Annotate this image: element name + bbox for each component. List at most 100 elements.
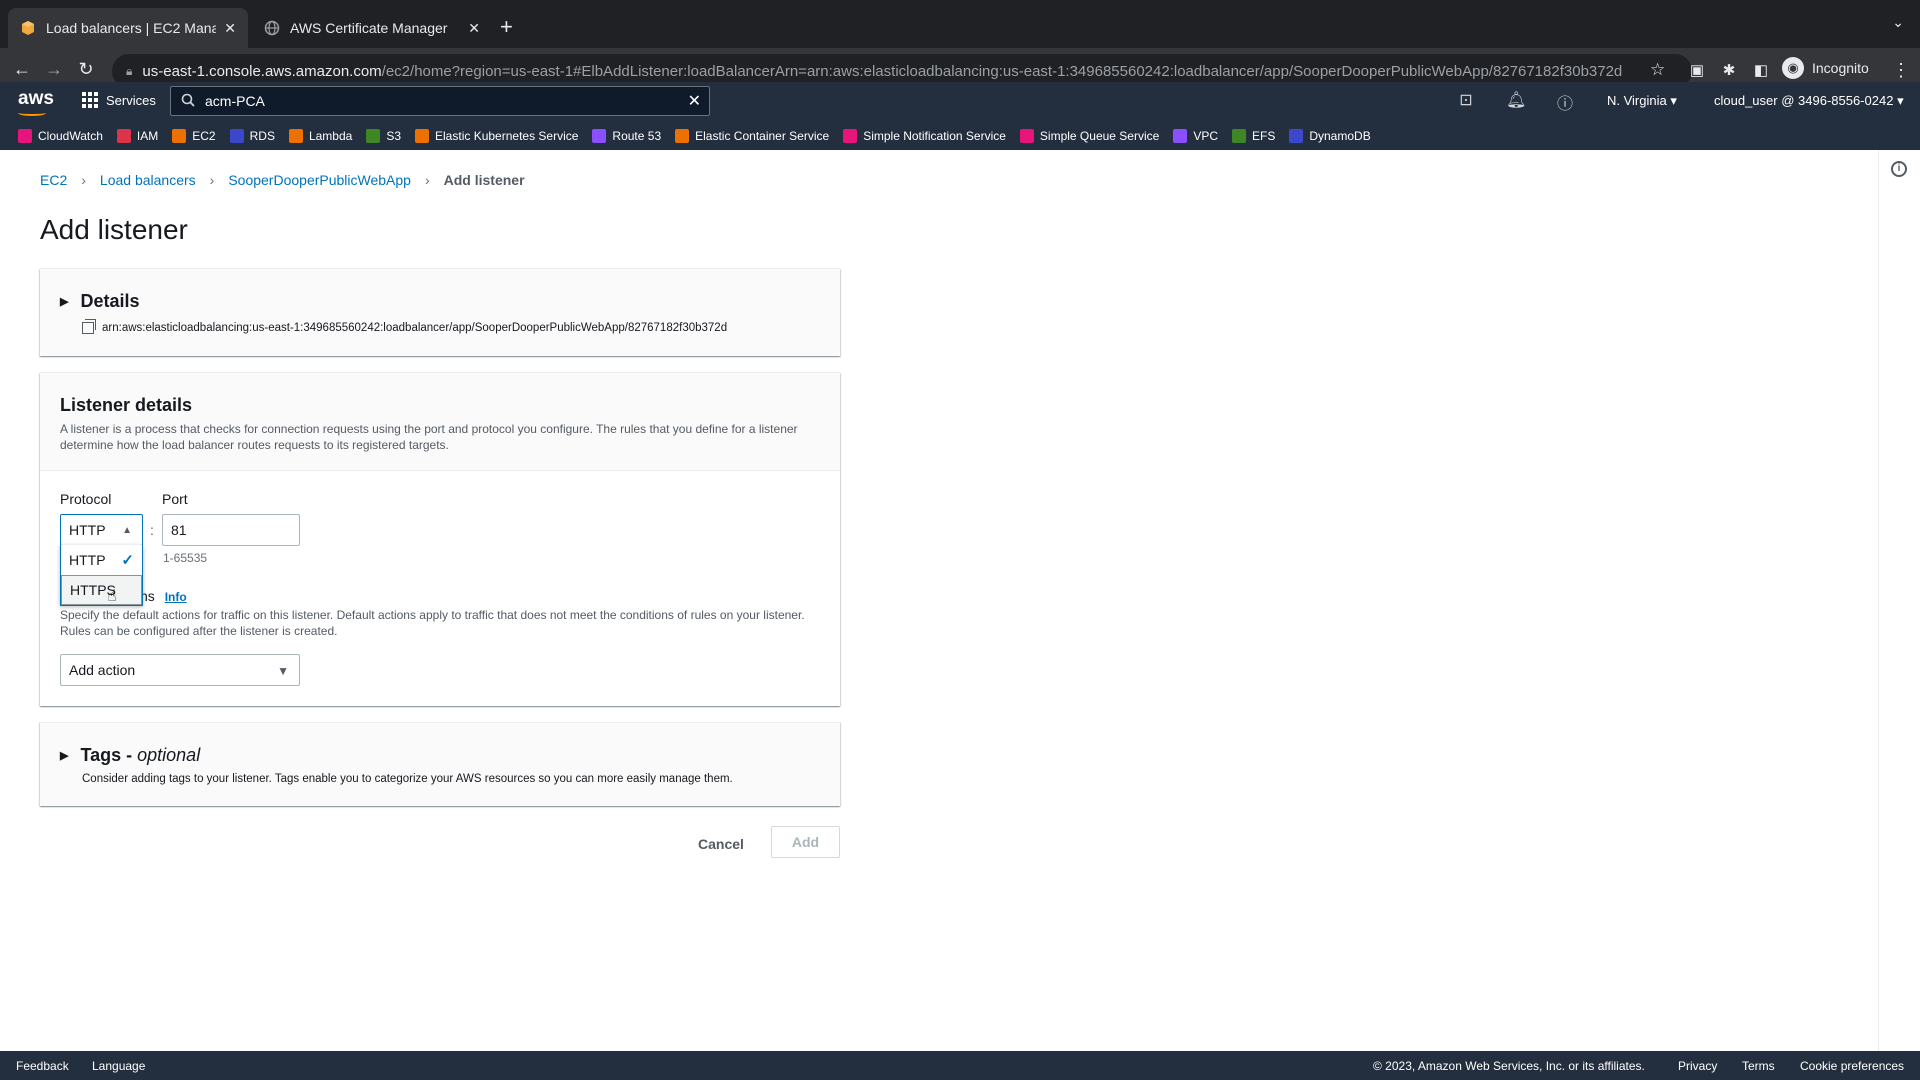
services-menu[interactable]: Services [82, 92, 156, 108]
favorite-label: CloudWatch [38, 129, 103, 143]
console-footer: Feedback Language © 2023, Amazon Web Ser… [0, 1051, 1920, 1080]
breadcrumb: EC2 › Load balancers › SooperDooperPubli… [40, 172, 525, 188]
search-box[interactable]: ✕ [170, 86, 710, 116]
tags-title: Tags - [80, 745, 133, 765]
checkmark-icon: ✓ [121, 552, 134, 569]
tags-panel: ▶ Tags - optional Consider adding tags t… [40, 722, 840, 806]
protocol-option-http[interactable]: HTTP ✓ [61, 545, 142, 575]
service-icon [843, 129, 858, 143]
globe-icon [264, 20, 280, 36]
search-input[interactable] [205, 93, 665, 109]
clear-search-icon[interactable]: ✕ [688, 91, 701, 111]
favorite-simple-queue-service[interactable]: Simple Queue Service [1019, 129, 1159, 143]
close-icon[interactable]: ✕ [224, 20, 236, 37]
chevron-down-icon[interactable]: ⌄ [1892, 14, 1904, 31]
privacy-link[interactable]: Privacy [1678, 1059, 1717, 1073]
favorite-vpc[interactable]: VPC [1173, 129, 1218, 143]
favorite-lambda[interactable]: Lambda [288, 129, 353, 143]
breadcrumb-load-balancers[interactable]: Load balancers [100, 172, 196, 188]
load-balancer-arn: arn:aws:elasticloadbalancing:us-east-1:3… [82, 319, 727, 334]
default-actions-description: Specify the default actions for traffic … [60, 608, 805, 638]
incognito-profile[interactable]: ◉ Incognito [1782, 57, 1869, 79]
extension-shield-icon[interactable]: ▣ [1688, 61, 1706, 79]
cancel-button[interactable]: Cancel [690, 828, 752, 860]
back-arrow-icon[interactable]: ← [10, 59, 34, 80]
page-title: Add listener [40, 214, 188, 245]
default-actions-label: ns Info [140, 588, 187, 604]
favorite-dynamodb[interactable]: DynamoDB [1289, 129, 1371, 143]
favorite-label: VPC [1193, 129, 1218, 143]
favorite-rds[interactable]: RDS [229, 129, 275, 143]
favorite-ec2[interactable]: EC2 [172, 129, 216, 143]
aws-logo-text: aws [18, 88, 54, 109]
favorite-cloudwatch[interactable]: CloudWatch [18, 129, 103, 143]
side-panel-icon[interactable]: ◧ [1752, 61, 1770, 79]
port-input[interactable] [162, 514, 300, 546]
details-title: Details [80, 291, 140, 311]
favorite-label: Simple Notification Service [863, 129, 1006, 143]
service-icon [18, 129, 32, 143]
breadcrumb-load-balancer[interactable]: SooperDooperPublicWebApp [228, 172, 411, 188]
hand-pointer-icon: ☝︎ [107, 588, 117, 605]
terms-link[interactable]: Terms [1742, 1059, 1775, 1073]
breadcrumb-ec2[interactable]: EC2 [40, 172, 67, 188]
cookie-preferences-link[interactable]: Cookie preferences [1800, 1059, 1904, 1073]
details-panel: ▶ Details arn:aws:elasticloadbalancing:u… [40, 268, 840, 356]
incognito-icon: ◉ [1782, 57, 1804, 79]
notifications-bell-icon[interactable]: 🔔︎ [1506, 90, 1526, 110]
cloudshell-icon[interactable]: ⊡ [1456, 90, 1476, 110]
details-expander[interactable]: ▶ Details [60, 291, 140, 312]
account-label: cloud_user @ 3496-8556-0242 [1714, 93, 1894, 108]
info-panel-icon[interactable]: i [1891, 161, 1907, 177]
protocol-value: HTTP [69, 522, 106, 538]
aws-cube-icon [20, 20, 36, 36]
favorite-s3[interactable]: S3 [366, 129, 401, 143]
chevron-right-icon: › [209, 172, 215, 188]
tab-certificate-manager[interactable]: AWS Certificate Manager ✕ [252, 8, 492, 48]
service-icon [1232, 129, 1246, 143]
service-icon [1019, 129, 1034, 143]
caret-right-icon: ▶ [60, 750, 69, 762]
feedback-link[interactable]: Feedback [16, 1059, 69, 1073]
region-selector[interactable]: N. Virginia ▾ [1607, 93, 1677, 109]
chevron-right-icon: › [424, 172, 430, 188]
chevron-right-icon: › [81, 172, 86, 188]
help-icon[interactable]: ⓘ [1555, 90, 1575, 114]
add-button[interactable]: Add [771, 826, 840, 858]
url-path: /ec2/home?region=us-east-1#ElbAddListene… [381, 62, 1623, 80]
bookmark-star-icon[interactable]: ☆ [1650, 60, 1665, 80]
tab-load-balancers[interactable]: Load balancers | EC2 Management Console … [8, 8, 248, 48]
favorite-elastic-kubernetes-service[interactable]: Elastic Kubernetes Service [415, 129, 578, 143]
favorite-label: Lambda [308, 129, 353, 143]
protocol-option-https[interactable]: HTTPS [61, 575, 142, 605]
favorite-route-53[interactable]: Route 53 [592, 129, 661, 143]
protocol-select[interactable]: HTTP ▲ [60, 514, 143, 546]
forward-arrow-icon[interactable]: → [42, 59, 66, 80]
close-icon[interactable]: ✕ [468, 20, 480, 37]
profile-label: Incognito [1812, 60, 1869, 76]
account-menu[interactable]: cloud_user @ 3496-8556-0242 ▾ [1714, 93, 1904, 109]
tags-expander[interactable]: ▶ Tags - optional [60, 745, 200, 766]
add-action-select[interactable]: Add action ▼ [60, 654, 300, 686]
more-menu-icon[interactable]: ⋮ [1892, 60, 1910, 81]
new-tab-icon[interactable]: + [500, 14, 513, 40]
reload-icon[interactable]: ↻ [74, 59, 98, 80]
protocol-label: Protocol [60, 491, 112, 507]
language-link[interactable]: Language [92, 1059, 145, 1073]
favorite-elastic-container-service[interactable]: Elastic Container Service [675, 129, 829, 143]
aws-logo[interactable]: aws [18, 88, 54, 116]
tags-description: Consider adding tags to your listener. T… [82, 773, 733, 785]
puzzle-icon[interactable]: ✱ [1720, 61, 1738, 79]
copy-icon[interactable] [82, 319, 96, 334]
lock-icon: 🔒︎ [126, 63, 133, 78]
tags-title-optional: optional [137, 745, 201, 765]
favorite-label: Elastic Container Service [695, 129, 830, 143]
service-icon [1173, 129, 1188, 143]
favorite-efs[interactable]: EFS [1232, 129, 1275, 143]
favorite-iam[interactable]: IAM [116, 129, 158, 143]
aws-top-nav: aws Services ✕ ⊡ 🔔︎ ⓘ N. Virginia ▾ clou… [0, 82, 1920, 122]
favorite-simple-notification-service[interactable]: Simple Notification Service [843, 129, 1006, 143]
breadcrumb-current: Add listener [443, 172, 525, 188]
service-icon [675, 129, 690, 143]
default-actions-info-link[interactable]: Info [165, 590, 187, 604]
